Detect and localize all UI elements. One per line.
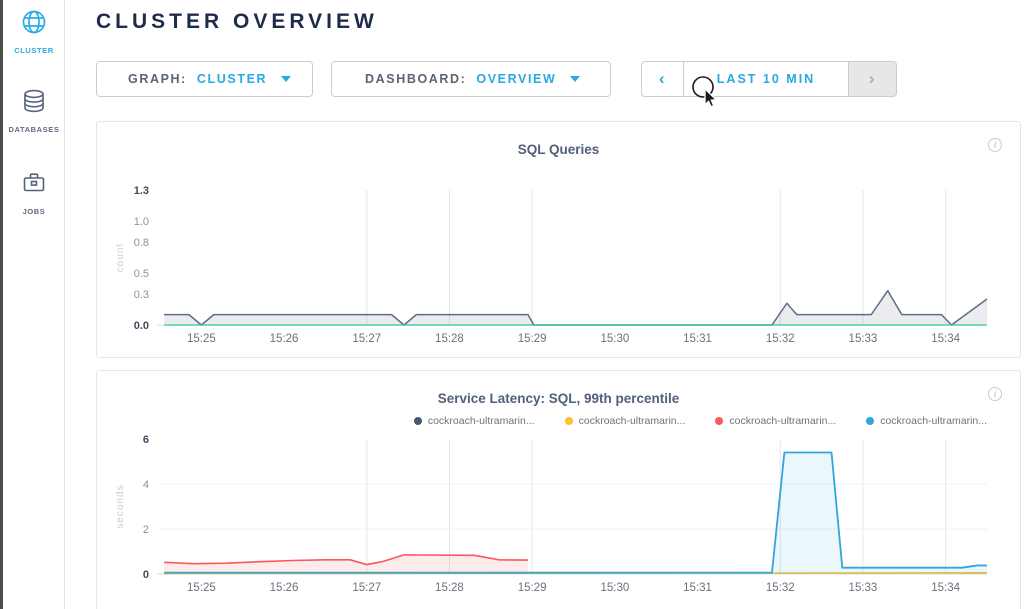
graph-selector-label: GRAPH: [128,72,187,86]
svg-text:0.0: 0.0 [134,320,149,332]
sidebar-item-jobs[interactable]: JOBS [3,169,65,219]
legend-label: cockroach-ultramarin... [428,415,535,427]
mouse-cursor [690,73,724,115]
page-title: CLUSTER OVERVIEW [96,10,378,34]
svg-text:15:30: 15:30 [600,582,629,594]
legend-item[interactable]: cockroach-ultramarin... [414,415,535,427]
chevron-right-icon: › [869,69,876,89]
info-icon[interactable]: i [988,138,1002,152]
service-latency-chart-card: Service Latency: SQL, 99th percentile i … [96,370,1021,609]
svg-text:15:27: 15:27 [352,333,381,345]
svg-text:15:26: 15:26 [270,582,299,594]
svg-text:0.5: 0.5 [134,268,149,280]
chart-title: SQL Queries [97,142,1020,157]
svg-text:0: 0 [143,569,149,581]
svg-text:2: 2 [143,524,149,536]
svg-text:15:26: 15:26 [270,333,299,345]
svg-text:15:31: 15:31 [683,333,712,345]
graph-selector[interactable]: GRAPH: CLUSTER [96,61,313,97]
svg-text:15:29: 15:29 [518,333,547,345]
sidebar: CLUSTER DATABASES JOBS [3,0,65,609]
legend-item[interactable]: cockroach-ultramarin... [866,415,987,427]
legend-item[interactable]: cockroach-ultramarin... [715,415,836,427]
sidebar-item-label: CLUSTER [14,46,54,55]
svg-text:15:31: 15:31 [683,582,712,594]
time-window-selector: ‹ LAST 10 MIN › [641,61,897,97]
legend-dot-icon [866,417,874,425]
svg-text:15:27: 15:27 [352,582,381,594]
sidebar-item-cluster[interactable]: CLUSTER [3,8,65,58]
svg-text:15:33: 15:33 [849,582,878,594]
svg-text:4: 4 [143,479,149,491]
sidebar-item-label: DATABASES [9,125,60,134]
svg-text:15:34: 15:34 [931,333,960,345]
legend-label: cockroach-ultramarin... [579,415,686,427]
dashboard-selector-value: OVERVIEW [476,72,556,86]
time-window-back-button[interactable]: ‹ [642,62,684,96]
chevron-down-icon [281,76,291,82]
svg-text:count: count [115,243,126,272]
svg-text:15:34: 15:34 [931,582,960,594]
chart-legend: cockroach-ultramarin... cockroach-ultrama… [159,415,987,427]
svg-text:15:25: 15:25 [187,333,216,345]
svg-text:6: 6 [143,434,149,446]
dashboard-selector-label: DASHBOARD: [365,72,466,86]
svg-text:15:29: 15:29 [518,582,547,594]
chart-title: Service Latency: SQL, 99th percentile [97,391,1020,406]
globe-icon [20,8,48,36]
graph-selector-value: CLUSTER [197,72,267,86]
svg-text:15:28: 15:28 [435,333,464,345]
sidebar-item-label: JOBS [23,207,46,216]
chevron-left-icon: ‹ [659,69,666,89]
legend-item[interactable]: cockroach-ultramarin... [565,415,686,427]
time-window-forward-button[interactable]: › [848,62,896,96]
svg-text:0.3: 0.3 [134,289,149,301]
svg-text:15:25: 15:25 [187,582,216,594]
sql-queries-chart-card: SQL Queries i 0.0 0.3 0.5 0.8 1.0 1.3 15:25 15:… [96,121,1021,358]
svg-text:15:32: 15:32 [766,333,795,345]
legend-dot-icon [715,417,723,425]
svg-text:1.0: 1.0 [134,216,149,228]
svg-text:15:28: 15:28 [435,582,464,594]
svg-text:15:33: 15:33 [849,333,878,345]
svg-text:seconds: seconds [115,484,126,528]
dashboard-selector[interactable]: DASHBOARD: OVERVIEW [331,61,611,97]
chevron-down-icon [570,76,580,82]
legend-label: cockroach-ultramarin... [729,415,836,427]
legend-dot-icon [565,417,573,425]
svg-text:1.3: 1.3 [134,185,149,197]
briefcase-icon [20,169,48,197]
database-icon [20,87,48,115]
svg-text:15:32: 15:32 [766,582,795,594]
svg-text:0.8: 0.8 [134,237,149,249]
svg-text:15:30: 15:30 [600,333,629,345]
info-icon[interactable]: i [988,387,1002,401]
legend-label: cockroach-ultramarin... [880,415,987,427]
sidebar-item-databases[interactable]: DATABASES [3,87,65,137]
legend-dot-icon [414,417,422,425]
